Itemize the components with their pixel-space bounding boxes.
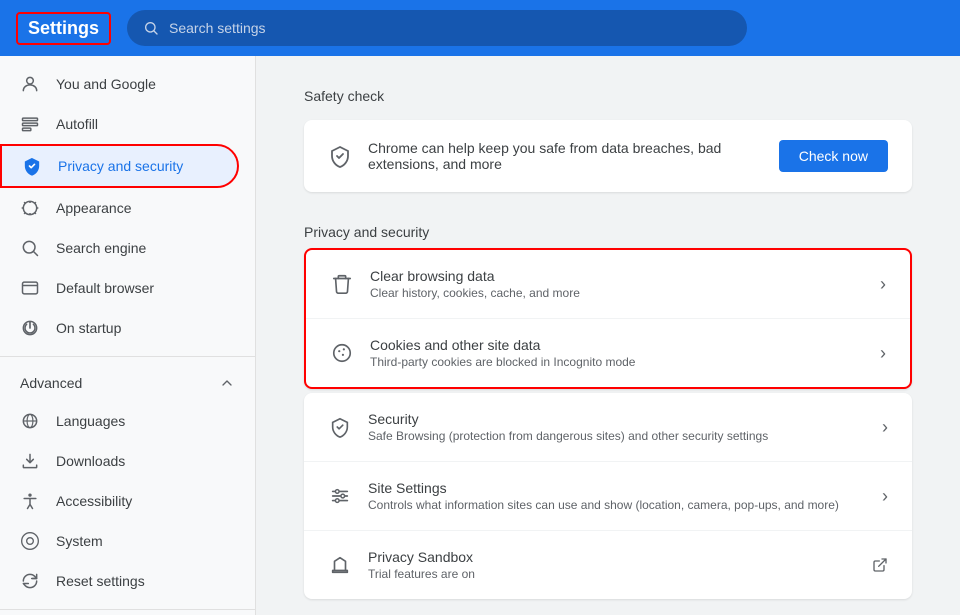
cookies-site-data-content: Cookies and other site data Third-party …: [370, 337, 864, 369]
safety-check-card: Chrome can help keep you safe from data …: [304, 120, 912, 192]
sidebar-label-reset-settings: Reset settings: [56, 573, 145, 589]
other-settings-card: Security Safe Browsing (protection from …: [304, 393, 912, 599]
search-input[interactable]: [169, 20, 731, 36]
power-icon: [20, 318, 40, 338]
privacy-sandbox-item[interactable]: Privacy Sandbox Trial features are on: [304, 531, 912, 599]
sidebar-label-appearance: Appearance: [56, 200, 132, 216]
site-settings-content: Site Settings Controls what information …: [368, 480, 866, 512]
sidebar-item-autofill[interactable]: Autofill: [0, 104, 239, 144]
privacy-sandbox-desc: Trial features are on: [368, 567, 856, 581]
arrow-right-icon-4: ›: [882, 486, 888, 507]
shield-icon: [22, 156, 42, 176]
sidebar-item-default-browser[interactable]: Default browser: [0, 268, 239, 308]
sidebar-divider-2: [0, 609, 255, 610]
security-item[interactable]: Security Safe Browsing (protection from …: [304, 393, 912, 462]
security-desc: Safe Browsing (protection from dangerous…: [368, 429, 866, 443]
sidebar-item-you-and-google[interactable]: You and Google: [0, 64, 239, 104]
sidebar-item-reset-settings[interactable]: Reset settings: [0, 561, 239, 601]
sidebar: You and Google Autofill Privacy and secu…: [0, 56, 256, 615]
cookies-site-data-desc: Third-party cookies are blocked in Incog…: [370, 355, 864, 369]
globe-icon: [20, 411, 40, 431]
download-icon: [20, 451, 40, 471]
cookie-icon: [330, 341, 354, 365]
reset-icon: [20, 571, 40, 591]
external-link-small-icon: [872, 557, 888, 573]
sidebar-item-on-startup[interactable]: On startup: [0, 308, 239, 348]
clear-browsing-data-item[interactable]: Clear browsing data Clear history, cooki…: [306, 250, 910, 319]
sidebar-divider: [0, 356, 255, 357]
sidebar-label-autofill: Autofill: [56, 116, 98, 132]
chevron-up-icon: [219, 375, 235, 391]
cookies-site-data-title: Cookies and other site data: [370, 337, 864, 353]
clear-browsing-data-title: Clear browsing data: [370, 268, 864, 284]
safety-check-section-title: Safety check: [304, 88, 912, 104]
sidebar-item-accessibility[interactable]: Accessibility: [0, 481, 239, 521]
person-icon: [20, 74, 40, 94]
sandbox-icon: [328, 553, 352, 577]
advanced-label: Advanced: [20, 375, 82, 391]
arrow-right-icon-2: ›: [880, 343, 886, 364]
safety-shield-icon: [328, 144, 352, 168]
clear-browsing-data-content: Clear browsing data Clear history, cooki…: [370, 268, 864, 300]
sidebar-label-accessibility: Accessibility: [56, 493, 132, 509]
sidebar-item-system[interactable]: System: [0, 521, 239, 561]
sidebar-advanced-section[interactable]: Advanced: [0, 365, 255, 401]
sidebar-item-search-engine[interactable]: Search engine: [0, 228, 239, 268]
shield-check-icon: [328, 415, 352, 439]
sidebar-label-languages: Languages: [56, 413, 125, 429]
security-title: Security: [368, 411, 866, 427]
header: Settings: [0, 0, 960, 56]
arrow-right-icon: ›: [880, 274, 886, 295]
sidebar-item-languages[interactable]: Languages: [0, 401, 239, 441]
sidebar-label-you-and-google: You and Google: [56, 76, 156, 92]
accessibility-icon: [20, 491, 40, 511]
site-settings-item[interactable]: Site Settings Controls what information …: [304, 462, 912, 531]
appearance-icon: [20, 198, 40, 218]
site-settings-title: Site Settings: [368, 480, 866, 496]
sidebar-item-appearance[interactable]: Appearance: [0, 188, 239, 228]
sidebar-label-downloads: Downloads: [56, 453, 125, 469]
autofill-icon: [20, 114, 40, 134]
sidebar-label-default-browser: Default browser: [56, 280, 154, 296]
safety-check-description: Chrome can help keep you safe from data …: [368, 140, 763, 172]
privacy-section-title: Privacy and security: [304, 224, 912, 240]
sidebar-label-system: System: [56, 533, 103, 549]
sliders-icon: [328, 484, 352, 508]
main-layout: You and Google Autofill Privacy and secu…: [0, 56, 960, 615]
search-bar[interactable]: [127, 10, 747, 46]
sidebar-label-on-startup: On startup: [56, 320, 121, 336]
system-icon: [20, 531, 40, 551]
privacy-sandbox-title: Privacy Sandbox: [368, 549, 856, 565]
sidebar-item-downloads[interactable]: Downloads: [0, 441, 239, 481]
sidebar-label-privacy: Privacy and security: [58, 158, 183, 174]
settings-title: Settings: [16, 12, 111, 45]
check-now-button[interactable]: Check now: [779, 140, 888, 172]
sidebar-label-search-engine: Search engine: [56, 240, 146, 256]
security-content: Security Safe Browsing (protection from …: [368, 411, 866, 443]
site-settings-desc: Controls what information sites can use …: [368, 498, 866, 512]
main-content: Safety check Chrome can help keep you sa…: [256, 56, 960, 615]
browser-icon: [20, 278, 40, 298]
highlighted-settings-card: Clear browsing data Clear history, cooki…: [304, 248, 912, 389]
cookies-site-data-item[interactable]: Cookies and other site data Third-party …: [306, 319, 910, 387]
clear-browsing-data-desc: Clear history, cookies, cache, and more: [370, 286, 864, 300]
arrow-right-icon-3: ›: [882, 417, 888, 438]
sidebar-item-privacy-and-security[interactable]: Privacy and security: [0, 144, 239, 188]
search-engine-icon: [20, 238, 40, 258]
trash-icon: [330, 272, 354, 296]
privacy-sandbox-content: Privacy Sandbox Trial features are on: [368, 549, 856, 581]
search-icon: [143, 20, 159, 36]
